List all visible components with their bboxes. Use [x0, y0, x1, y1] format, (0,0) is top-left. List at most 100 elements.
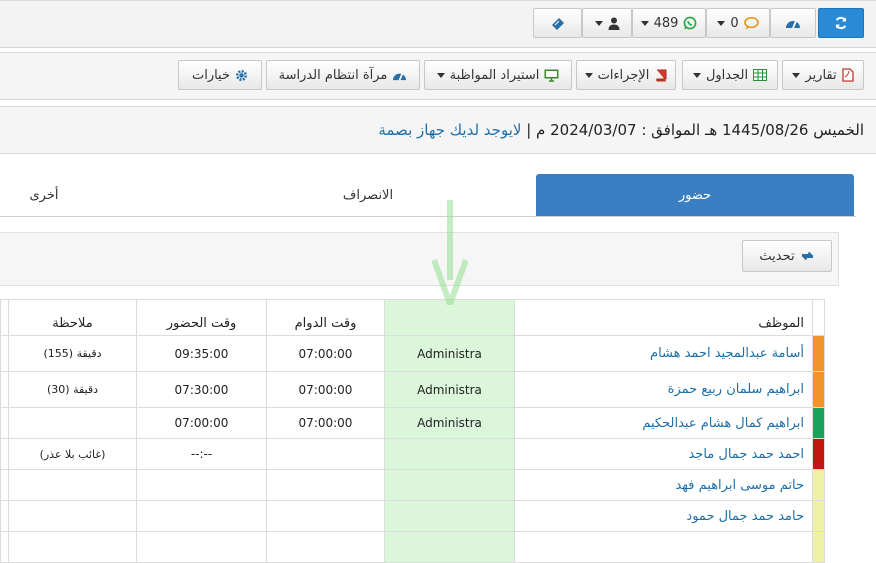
messages-button[interactable]: 0 — [706, 8, 770, 38]
chevron-down-icon — [640, 20, 649, 26]
status-color-stripe — [812, 469, 825, 501]
employee-name-cell[interactable]: حامد حمد جمال حمود — [514, 500, 813, 532]
status-color-stripe — [812, 531, 825, 563]
shift-time-cell — [266, 500, 385, 532]
monitor-icon — [544, 69, 559, 82]
shift-time-cell — [266, 469, 385, 501]
import-attendance-button[interactable]: استيراد المواظبة — [424, 60, 572, 90]
note-cell — [8, 500, 137, 532]
header-note[interactable]: ملاحظة — [8, 299, 137, 336]
study-mirror-button[interactable]: مرآة انتظام الدراسة — [266, 60, 420, 90]
attend-time-cell — [136, 531, 267, 563]
attend-time-cell — [136, 500, 267, 532]
note-cell: (30) دقيقة — [8, 371, 137, 408]
row-filler — [0, 407, 9, 439]
filter-panel: تحديث — [0, 232, 839, 286]
status-color-stripe — [812, 500, 825, 532]
refresh-icon — [834, 16, 848, 30]
department-cell — [384, 438, 515, 470]
table-row[interactable]: (30) دقيقة 07:30:00 07:00:00 Administra ابرا… — [0, 371, 825, 408]
employee-name-cell[interactable]: احمد حمد جمال ماجد — [514, 438, 813, 470]
messages-count: 0 — [730, 15, 739, 31]
top-toolbar: 0 489 — [0, 0, 876, 48]
dashboard-icon — [392, 69, 407, 82]
shift-time-cell — [266, 438, 385, 470]
department-cell — [384, 500, 515, 532]
row-filler — [0, 371, 9, 408]
table-row[interactable]: (غائب بلا عذر) --:-- احمد حمد جمال ماجد — [0, 438, 825, 470]
table-row[interactable]: حاتم موسى ابراهيم فهد — [0, 469, 825, 501]
shift-time-cell: 07:00:00 — [266, 407, 385, 439]
refresh-icon — [800, 250, 815, 262]
header-attend-time[interactable]: وقت الحضور — [136, 299, 267, 336]
note-cell — [8, 469, 137, 501]
no-device-link[interactable]: لايوجد لديك جهاز بصمة — [378, 121, 521, 139]
actions-menu-button[interactable]: الإجراءات — [576, 60, 676, 90]
chevron-down-icon — [792, 72, 801, 78]
row-filler — [0, 531, 9, 563]
note-cell: (155) دقيقة — [8, 335, 137, 372]
employee-name-cell[interactable]: أسامة عبدالمجيد احمد هشام — [514, 335, 813, 372]
refresh-button[interactable]: تحديث — [742, 240, 832, 272]
department-cell: Administra — [384, 335, 515, 372]
gear-icon — [235, 69, 248, 82]
status-color-stripe — [812, 438, 825, 470]
date-bar: الخميس 1445/08/26 هـ الموافق : 2024/03/0… — [0, 106, 876, 154]
down-arrow-icon — [432, 200, 468, 305]
whatsapp-icon — [683, 16, 697, 30]
department-cell: Administra — [384, 407, 515, 439]
department-cell — [384, 531, 515, 563]
employee-name-cell[interactable] — [514, 531, 813, 563]
note-cell — [8, 407, 137, 439]
attendance-table-wrap: ملاحظة وقت الحضور وقت الدوام الموظف (155… — [0, 299, 825, 563]
table-row[interactable] — [0, 531, 825, 563]
status-color-stripe — [812, 371, 825, 408]
chevron-down-icon — [436, 72, 445, 78]
note-cell: (غائب بلا عذر) — [8, 438, 137, 470]
whatsapp-count: 489 — [653, 15, 679, 31]
tables-menu-button[interactable]: الجداول — [682, 60, 778, 90]
dashboard-button[interactable] — [770, 8, 816, 38]
reports-menu-button[interactable]: تقارير — [782, 60, 864, 90]
table-row[interactable]: 07:00:00 07:00:00 Administra ابراهيم كمال ه… — [0, 407, 825, 439]
pdf-icon — [841, 68, 854, 82]
attendance-tabs: حضور الانصراف أخرى — [0, 174, 856, 217]
date-text: الخميس 1445/08/26 هـ الموافق : 2024/03/0… — [378, 121, 864, 139]
book-icon — [654, 69, 667, 82]
row-filler — [0, 335, 9, 372]
attend-time-cell — [136, 469, 267, 501]
employee-name-cell[interactable]: حاتم موسى ابراهيم فهد — [514, 469, 813, 501]
tab-departure[interactable]: الانصراف — [220, 174, 516, 216]
chevron-down-icon — [594, 20, 603, 26]
attend-time-cell: 07:30:00 — [136, 371, 267, 408]
refresh-page-button[interactable] — [818, 8, 864, 38]
employee-name-cell[interactable]: ابراهيم كمال هشام عبدالحكيم — [514, 407, 813, 439]
table-header-row: ملاحظة وقت الحضور وقت الدوام الموظف — [0, 299, 825, 336]
row-filler — [0, 438, 9, 470]
shift-time-cell: 07:00:00 — [266, 335, 385, 372]
chat-bubble-icon — [743, 16, 759, 30]
row-filler — [0, 469, 9, 501]
user-icon — [608, 17, 620, 30]
table-row[interactable]: (155) دقيقة 09:35:00 07:00:00 Administra أسا… — [0, 335, 825, 372]
header-shift-time[interactable]: وقت الدوام — [266, 299, 385, 336]
department-cell — [384, 469, 515, 501]
chevron-down-icon — [584, 72, 593, 78]
tab-other[interactable]: أخرى — [0, 174, 88, 216]
attend-time-cell: 09:35:00 — [136, 335, 267, 372]
ticket-button[interactable] — [533, 8, 582, 38]
user-menu-button[interactable] — [582, 8, 632, 38]
shift-time-cell: 07:00:00 — [266, 371, 385, 408]
table-row[interactable]: حامد حمد جمال حمود — [0, 500, 825, 532]
shift-time-cell — [266, 531, 385, 563]
chevron-down-icon — [692, 72, 701, 78]
chevron-down-icon — [717, 20, 726, 26]
tab-attendance[interactable]: حضور — [536, 174, 854, 216]
whatsapp-button[interactable]: 489 — [632, 8, 706, 38]
attendance-table: ملاحظة وقت الحضور وقت الدوام الموظف (155… — [0, 299, 825, 563]
employee-name-cell[interactable]: ابراهيم سلمان ربيع حمزة — [514, 371, 813, 408]
dashboard-icon — [785, 16, 801, 30]
header-employee[interactable]: الموظف — [514, 299, 813, 336]
table-icon — [753, 69, 768, 81]
options-button[interactable]: خيارات — [178, 60, 262, 90]
